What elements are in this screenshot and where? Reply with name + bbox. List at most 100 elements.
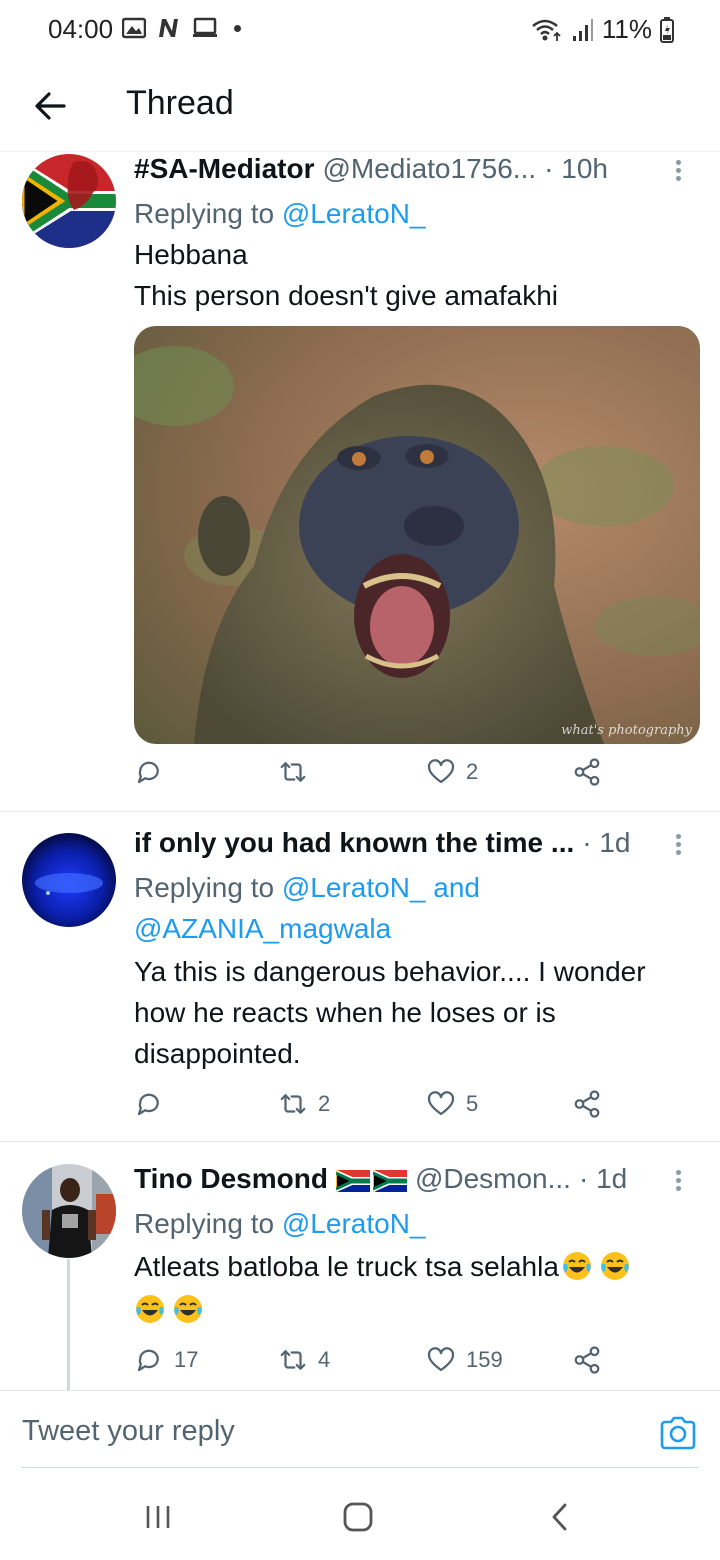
tweet-text: Ya this is dangerous behavior.... I wond… (134, 951, 700, 1074)
avatar[interactable] (22, 833, 116, 927)
author-handle[interactable]: @Mediato1756... (322, 153, 536, 185)
mention-link[interactable]: @LeratoN_ (282, 872, 426, 903)
like-count: 5 (466, 1091, 479, 1116)
crying-laughing-emoji-icon (600, 1252, 629, 1280)
author-handle[interactable]: @Desmon... (415, 1163, 571, 1195)
camera-button[interactable] (658, 1413, 698, 1453)
retweet-icon (280, 1350, 306, 1370)
replying-to: Replying to @LeratoN_ (134, 1203, 700, 1244)
retweet-count: 2 (318, 1091, 331, 1116)
tweet-actions: 2 (134, 757, 614, 793)
reply-count: 17 (174, 1347, 199, 1372)
battery-icon (660, 16, 674, 43)
back-icon (552, 1503, 567, 1531)
tweet-text: Hebbana This person doesn't give amafakh… (134, 234, 700, 316)
like-button[interactable]: 2 (426, 757, 478, 787)
tweet-actions: 17 4 159 (134, 1345, 614, 1381)
share-button[interactable] (572, 1089, 602, 1119)
tweet-time: · 1d (582, 827, 631, 858)
tweet-header: Tino Desmond @Desmon... · 1d (134, 1163, 700, 1199)
camera-icon (660, 1416, 696, 1450)
avatar[interactable] (22, 1164, 116, 1258)
share-button[interactable] (572, 757, 602, 787)
battery-percent: 11% (601, 14, 652, 44)
tweet-body: #SA-Mediator @Mediato1756... · 10h Reply… (134, 153, 700, 744)
tweet[interactable]: if only you had known the time ... · 1d … (0, 813, 720, 1142)
reply-button[interactable]: 17 (134, 1345, 198, 1375)
retweet-button[interactable]: 2 (278, 1089, 330, 1119)
dot-icon (234, 24, 241, 32)
share-icon (574, 1090, 600, 1118)
more-options-button[interactable] (676, 157, 684, 184)
heart-icon (427, 1347, 455, 1372)
home-button[interactable] (338, 1500, 378, 1534)
retweet-button[interactable] (278, 757, 318, 787)
recents-icon (146, 1506, 170, 1528)
like-button[interactable]: 5 (426, 1089, 478, 1119)
image-watermark: what's photography (561, 723, 692, 738)
reply-composer: Tweet your reply (0, 1390, 720, 1470)
tweet-header: #SA-Mediator @Mediato1756... · 10h (134, 153, 700, 189)
tweet-body: if only you had known the time ... · 1d … (134, 827, 700, 1074)
screen-icon (193, 17, 217, 37)
reply-icon (137, 1093, 159, 1116)
tweet-text-line: disappointed. (134, 1038, 301, 1069)
author-name[interactable]: if only you had known the time ... (134, 827, 574, 859)
arrow-left-icon (35, 92, 66, 120)
back-button[interactable] (30, 86, 70, 126)
like-count: 159 (466, 1347, 503, 1372)
n-icon (159, 19, 178, 37)
replying-and: and (433, 872, 480, 903)
mention-link[interactable]: @LeratoN_ (282, 198, 426, 229)
reply-underline (22, 1467, 698, 1468)
status-time: 04:00 (48, 14, 114, 44)
author-name[interactable]: Tino Desmond (134, 1163, 328, 1195)
nav-back-button[interactable] (540, 1500, 580, 1534)
status-notification-icons (122, 17, 241, 39)
share-icon (574, 1346, 600, 1374)
like-count: 2 (466, 759, 479, 784)
tweet-time: · 1d (578, 1163, 628, 1194)
reply-input[interactable]: Tweet your reply (22, 1415, 235, 1448)
sa-flag-icon (335, 1170, 407, 1192)
reply-button[interactable] (134, 1089, 174, 1119)
share-button[interactable] (572, 1345, 602, 1375)
crying-laughing-emoji-icon (136, 1295, 164, 1323)
more-options-button[interactable] (676, 831, 684, 858)
reply-button[interactable] (134, 757, 174, 787)
recents-button[interactable] (138, 1500, 178, 1534)
tweet-text-line: Hebbana (134, 239, 248, 270)
replying-to: Replying to @LeratoN_ and @AZANIA_magwal… (134, 867, 700, 949)
app-header: Thread (0, 60, 720, 152)
tweet-text-line: Atleats batloba le truck tsa selahla (134, 1251, 559, 1282)
retweet-icon (280, 762, 306, 782)
tweet-time: · 10h (544, 153, 608, 184)
thread-connector-line (67, 1259, 70, 1390)
gallery-icon (122, 17, 146, 39)
retweet-button[interactable]: 4 (278, 1345, 330, 1375)
status-bar: 04:00 11% (0, 0, 720, 60)
mention-link[interactable]: @LeratoN_ (282, 1208, 426, 1239)
mention-link[interactable]: @AZANIA_magwala (134, 913, 391, 944)
system-nav-bar (0, 1470, 720, 1560)
like-button[interactable]: 159 (426, 1345, 503, 1375)
signal-icon (572, 18, 593, 41)
crying-laughing-emoji-icon (174, 1295, 202, 1323)
heart-icon (427, 759, 455, 784)
page-title: Thread (126, 84, 234, 122)
retweet-count: 4 (318, 1347, 331, 1372)
tweet[interactable]: Tino Desmond @Desmon... · 1d Replying to… (0, 1143, 720, 1390)
more-options-button[interactable] (676, 1167, 684, 1194)
tweet-body: Tino Desmond @Desmon... · 1d Replying to… (134, 1163, 700, 1330)
retweet-icon (280, 1094, 306, 1114)
tweet[interactable]: #SA-Mediator @Mediato1756... · 10h Reply… (0, 153, 720, 812)
tweet-image[interactable]: what's photography (134, 326, 700, 744)
avatar[interactable] (22, 154, 116, 248)
author-name[interactable]: #SA-Mediator (134, 153, 314, 185)
replying-prefix: Replying to (134, 198, 275, 229)
replying-prefix: Replying to (134, 1208, 275, 1239)
crying-laughing-emoji-icon (562, 1252, 591, 1280)
tweet-text-line: This person doesn't give amafakhi (134, 280, 559, 311)
tweet-text: Atleats batloba le truck tsa selahla (134, 1246, 700, 1330)
replying-prefix: Replying to (134, 872, 275, 903)
